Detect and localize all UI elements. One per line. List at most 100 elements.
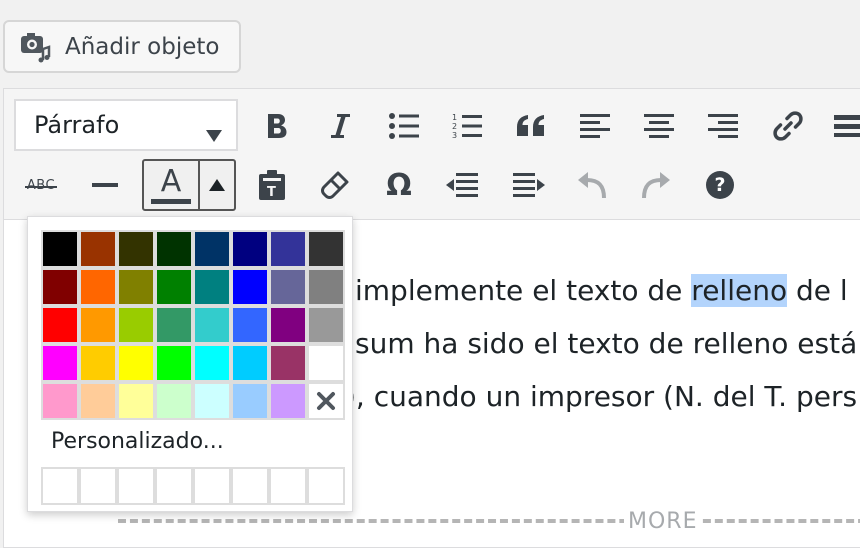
content-line-2[interactable]: sum ha sido el texto de relleno está xyxy=(355,327,857,360)
custom-color-slot[interactable] xyxy=(117,467,155,505)
indent-button[interactable] xyxy=(504,160,554,210)
color-swatch[interactable] xyxy=(41,344,79,382)
help-icon: ? xyxy=(706,171,734,199)
color-swatch[interactable] xyxy=(307,306,345,344)
svg-text:T: T xyxy=(267,185,276,200)
outdent-button[interactable] xyxy=(437,160,487,210)
color-swatch[interactable] xyxy=(231,382,269,420)
color-swatch[interactable] xyxy=(307,268,345,306)
bulleted-list-button[interactable] xyxy=(379,101,429,151)
link-icon xyxy=(773,111,803,141)
color-swatch[interactable] xyxy=(155,306,193,344)
color-swatch[interactable] xyxy=(269,382,307,420)
caret-up-icon xyxy=(209,179,225,191)
italic-icon xyxy=(331,114,350,138)
horizontal-line-button[interactable] xyxy=(80,160,130,210)
color-swatch[interactable] xyxy=(155,230,193,268)
color-swatch[interactable] xyxy=(79,268,117,306)
color-swatch[interactable] xyxy=(41,306,79,344)
more-divider xyxy=(118,519,860,523)
text-color-button[interactable]: A xyxy=(142,159,236,211)
redo-button[interactable] xyxy=(631,160,681,210)
color-swatch[interactable] xyxy=(193,230,231,268)
chevron-down-icon xyxy=(206,120,222,148)
align-left-button[interactable] xyxy=(570,101,620,151)
paragraph-format-select[interactable]: Párrafo xyxy=(14,99,238,151)
format-select-value: Párrafo xyxy=(34,111,120,139)
text-color-dropdown[interactable] xyxy=(200,161,234,209)
custom-color-slot[interactable] xyxy=(41,467,79,505)
numbered-list-button[interactable]: 123 xyxy=(442,101,492,151)
color-swatch[interactable] xyxy=(193,344,231,382)
camera-music-icon xyxy=(19,30,53,64)
blockquote-button[interactable] xyxy=(506,101,556,151)
custom-color-slot[interactable] xyxy=(79,467,117,505)
color-swatch[interactable] xyxy=(117,230,155,268)
color-swatch[interactable] xyxy=(269,230,307,268)
link-button[interactable] xyxy=(763,101,813,151)
custom-color-slot[interactable] xyxy=(155,467,193,505)
color-swatch[interactable] xyxy=(155,268,193,306)
toolbar-toggle-icon xyxy=(834,115,860,137)
align-left-icon xyxy=(580,114,610,138)
custom-color-slot[interactable] xyxy=(269,467,307,505)
toolbar-toggle-button[interactable] xyxy=(826,101,860,151)
color-swatch[interactable] xyxy=(41,230,79,268)
color-swatch[interactable] xyxy=(117,306,155,344)
remove-color-button[interactable] xyxy=(307,382,345,420)
color-swatch[interactable] xyxy=(155,344,193,382)
color-swatch[interactable] xyxy=(307,230,345,268)
color-swatch[interactable] xyxy=(307,344,345,382)
align-right-button[interactable] xyxy=(698,101,748,151)
color-swatch[interactable] xyxy=(79,382,117,420)
color-swatch[interactable] xyxy=(231,306,269,344)
add-media-label: Añadir objeto xyxy=(65,33,220,60)
color-swatch[interactable] xyxy=(193,306,231,344)
redo-icon xyxy=(642,172,670,199)
color-swatch[interactable] xyxy=(193,268,231,306)
undo-button[interactable] xyxy=(567,160,617,210)
content-line-3[interactable]: ), cuando un impresor (N. del T. pers xyxy=(345,380,857,413)
paste-as-text-icon: T xyxy=(259,170,285,200)
custom-color-slot[interactable] xyxy=(231,467,269,505)
color-swatch[interactable] xyxy=(41,382,79,420)
strikethrough-icon: ABC xyxy=(24,178,58,193)
paste-as-text-button[interactable]: T xyxy=(247,160,297,210)
numbered-list-icon: 123 xyxy=(452,113,482,140)
svg-text:3: 3 xyxy=(452,131,457,140)
align-right-icon xyxy=(708,114,738,138)
color-swatch[interactable] xyxy=(231,230,269,268)
color-swatch[interactable] xyxy=(79,230,117,268)
color-swatch[interactable] xyxy=(79,344,117,382)
svg-text:2: 2 xyxy=(452,122,457,131)
custom-color-slot[interactable] xyxy=(193,467,231,505)
color-swatch[interactable] xyxy=(117,268,155,306)
color-swatch[interactable] xyxy=(269,268,307,306)
custom-color-link[interactable]: Personalizado... xyxy=(51,429,224,454)
text-color-icon[interactable]: A xyxy=(144,161,200,209)
color-swatch[interactable] xyxy=(231,344,269,382)
color-swatch[interactable] xyxy=(269,306,307,344)
help-button[interactable]: ? xyxy=(695,160,745,210)
align-center-icon xyxy=(644,114,674,138)
special-character-button[interactable]: Ω xyxy=(374,160,424,210)
bold-button[interactable] xyxy=(252,101,302,151)
clear-formatting-button[interactable] xyxy=(310,160,360,210)
color-swatch[interactable] xyxy=(155,382,193,420)
custom-color-slot[interactable] xyxy=(307,467,345,505)
color-swatch[interactable] xyxy=(79,306,117,344)
more-label: MORE xyxy=(624,509,702,534)
custom-color-row xyxy=(41,467,345,505)
color-swatch[interactable] xyxy=(41,268,79,306)
color-swatch[interactable] xyxy=(117,344,155,382)
special-character-icon: Ω xyxy=(386,167,412,203)
strikethrough-button[interactable]: ABC xyxy=(16,160,66,210)
content-line-1[interactable]: implemente el texto de relleno de l xyxy=(355,274,848,307)
color-swatch[interactable] xyxy=(117,382,155,420)
color-swatch[interactable] xyxy=(269,344,307,382)
color-swatch[interactable] xyxy=(193,382,231,420)
add-media-button[interactable]: Añadir objeto xyxy=(3,20,241,73)
color-swatch[interactable] xyxy=(231,268,269,306)
italic-button[interactable] xyxy=(315,101,365,151)
align-center-button[interactable] xyxy=(634,101,684,151)
